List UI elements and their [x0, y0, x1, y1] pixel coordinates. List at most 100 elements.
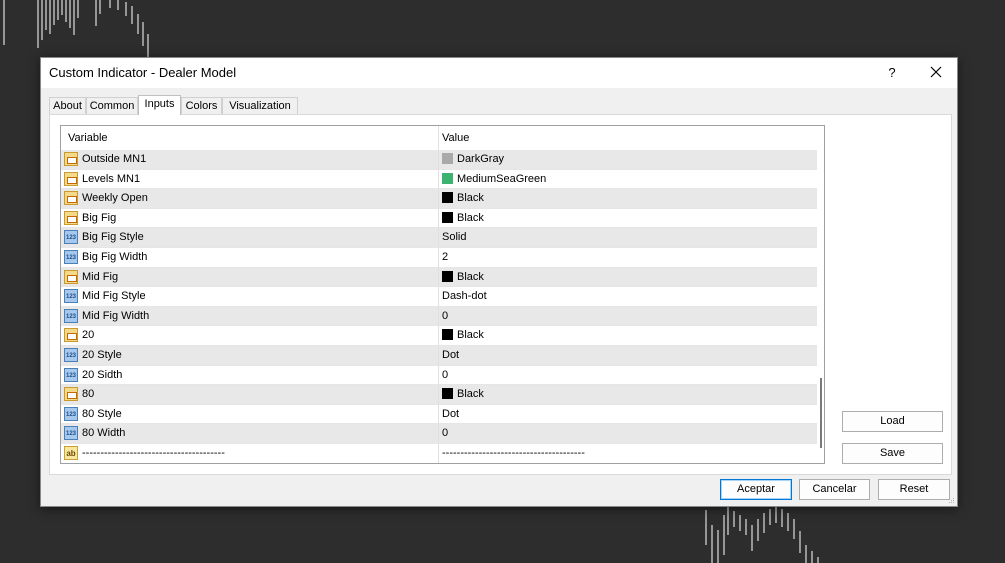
number-icon: 123: [64, 249, 78, 264]
variable-value-cell[interactable]: MediumSeaGreen: [442, 172, 547, 185]
color-icon: [64, 387, 78, 402]
window-title: Custom Indicator - Dealer Model: [49, 65, 237, 80]
cell-divider: [438, 247, 439, 267]
accept-button[interactable]: Aceptar: [720, 479, 792, 500]
variable-name: Big Fig Style: [82, 231, 144, 244]
cell-divider: [438, 424, 439, 443]
cell-divider: [438, 189, 439, 208]
variable-value-cell[interactable]: Solid: [442, 231, 466, 243]
variable-value-cell[interactable]: Black: [442, 329, 484, 341]
string-icon: ab: [64, 445, 78, 460]
cell-divider: [438, 150, 439, 169]
variable-value-cell[interactable]: 0: [442, 369, 448, 381]
table-row[interactable]: Weekly Open Black: [61, 189, 817, 209]
variable-value-cell[interactable]: Black: [442, 388, 484, 400]
variable-name: ---------------------------------------: [82, 446, 225, 459]
cell-divider: [438, 404, 439, 424]
variable-name: 20 Sidth: [82, 368, 123, 381]
table-header: Variable Value: [61, 126, 817, 151]
tab-common[interactable]: Common: [86, 97, 138, 114]
variable-value-cell[interactable]: ---------------------------------------: [442, 447, 585, 459]
help-button[interactable]: ?: [877, 63, 907, 83]
number-icon: 123: [64, 308, 78, 323]
variable-value: MediumSeaGreen: [457, 172, 547, 185]
variable-value-cell[interactable]: 2: [442, 251, 448, 263]
variable-value: Black: [457, 270, 484, 283]
color-swatch: [442, 388, 453, 400]
background-chart-bottom: [705, 507, 819, 563]
close-button[interactable]: [921, 61, 951, 85]
table-row[interactable]: ab --------------------------------------…: [61, 443, 817, 463]
variable-value: 2: [442, 250, 449, 263]
color-icon: [64, 152, 78, 166]
variable-name: Mid Fig Style: [82, 290, 146, 303]
variable-value: 0: [442, 368, 449, 381]
tab-visualization[interactable]: Visualization: [222, 97, 298, 114]
color-swatch: [442, 211, 453, 223]
variable-value-cell[interactable]: Dot: [442, 408, 459, 420]
table-row[interactable]: 20 Black: [61, 326, 817, 346]
variable-name: 20 Style: [82, 348, 122, 361]
variable-value: 0: [442, 427, 449, 440]
table-row[interactable]: 123 Mid Fig Style Dash-dot: [61, 287, 817, 307]
load-button[interactable]: Load: [842, 411, 943, 432]
color-icon: [64, 191, 78, 206]
cell-divider: [438, 208, 439, 228]
variable-value-cell[interactable]: 0: [442, 427, 448, 439]
column-header-value[interactable]: Value: [442, 132, 469, 144]
save-button[interactable]: Save: [842, 443, 943, 464]
color-swatch: [442, 270, 453, 282]
variable-name: Outside MN1: [82, 153, 147, 165]
variable-value-cell[interactable]: Black: [442, 192, 484, 204]
tab-about[interactable]: About: [49, 97, 86, 114]
variable-name: Big Fig Width: [82, 250, 148, 263]
scrollbar-thumb[interactable]: [820, 378, 822, 448]
variable-value-cell[interactable]: DarkGray: [442, 153, 504, 165]
table-row[interactable]: 80 Black: [61, 385, 817, 405]
number-icon: 123: [64, 289, 78, 304]
vertical-scrollbar[interactable]: [817, 126, 824, 463]
number-icon: 123: [64, 230, 78, 245]
reset-button[interactable]: Reset: [878, 479, 950, 500]
cell-divider: [438, 365, 439, 385]
column-divider[interactable]: [438, 126, 439, 150]
variable-value-cell[interactable]: 0: [442, 310, 448, 322]
number-icon: 123: [64, 426, 78, 441]
number-icon: 123: [64, 406, 78, 421]
variable-value-cell[interactable]: Dot: [442, 349, 459, 361]
title-bar[interactable]: Custom Indicator - Dealer Model ?: [41, 58, 957, 88]
variable-value-cell[interactable]: Black: [442, 211, 484, 224]
color-icon: [64, 171, 78, 186]
table-row[interactable]: Levels MN1 MediumSeaGreen: [61, 169, 817, 190]
variable-value-cell[interactable]: Dash-dot: [442, 290, 487, 302]
resize-grip-icon[interactable]: [947, 496, 955, 504]
cell-divider: [438, 306, 439, 326]
table-row[interactable]: 123 Mid Fig Width 0: [61, 306, 817, 327]
cell-divider: [438, 345, 439, 365]
number-icon: 123: [64, 347, 78, 362]
table-row[interactable]: 123 20 Style Dot: [61, 345, 817, 366]
table-row[interactable]: Mid Fig Black: [61, 267, 817, 288]
cell-divider: [438, 385, 439, 404]
cell-divider: [438, 228, 439, 247]
tab-inputs[interactable]: Inputs: [138, 95, 181, 115]
table-row[interactable]: Outside MN1 DarkGray: [61, 150, 817, 170]
table-row[interactable]: Big Fig Black: [61, 208, 817, 229]
table-row[interactable]: 123 20 Sidth 0: [61, 365, 817, 386]
cancel-button[interactable]: Cancelar: [799, 479, 870, 500]
color-swatch: [442, 153, 453, 164]
table-row[interactable]: 123 80 Style Dot: [61, 404, 817, 425]
column-header-variable[interactable]: Variable: [68, 132, 108, 144]
variable-value: Black: [457, 211, 484, 224]
table-row[interactable]: 123 Big Fig Style Solid: [61, 228, 817, 248]
tab-colors[interactable]: Colors: [181, 97, 222, 114]
variable-name: 80 Style: [82, 407, 122, 420]
variable-name: Mid Fig: [82, 270, 119, 283]
table-row[interactable]: 123 Big Fig Width 2: [61, 247, 817, 268]
color-icon: [64, 210, 78, 225]
variable-value-cell[interactable]: Black: [442, 270, 484, 283]
variable-value: DarkGray: [457, 153, 505, 165]
variable-name: Mid Fig Width: [82, 309, 150, 322]
variable-value: Black: [457, 192, 484, 205]
table-row[interactable]: 123 80 Width 0: [61, 424, 817, 444]
